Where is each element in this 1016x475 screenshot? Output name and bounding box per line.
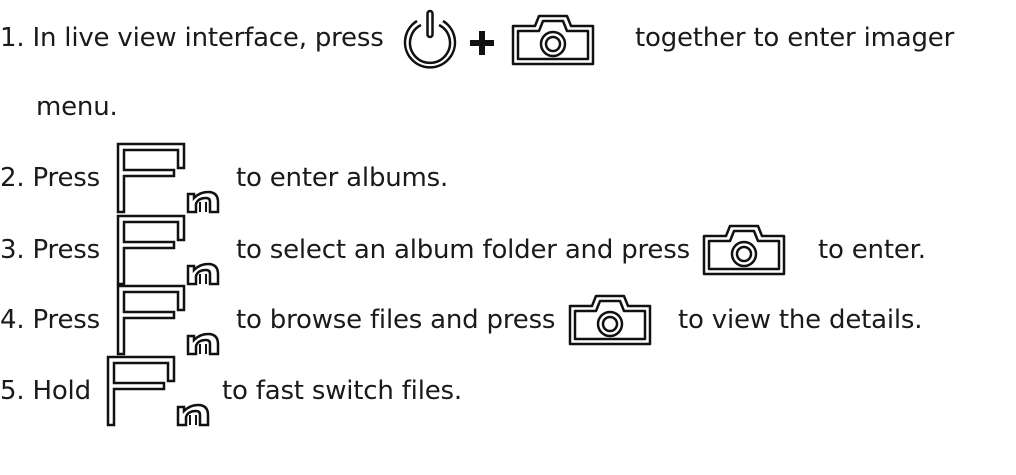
step-5-text-after: to fast switch files. (222, 374, 462, 408)
step-text-before: Hold (32, 376, 92, 406)
step-4-text: 4. Press (0, 303, 100, 337)
step-text-continuation: menu. (36, 92, 118, 122)
step-text-after: together to enter imager (635, 23, 955, 53)
step-text-before: Press (32, 305, 101, 335)
step-2-text-after: to enter albums. (236, 161, 448, 195)
step-1-continuation: menu. (36, 90, 118, 124)
power-icon (403, 9, 457, 69)
step-text-before: In live view interface, press (32, 23, 384, 53)
step-number: 5. (0, 376, 25, 406)
fn-icon (116, 142, 220, 214)
step-2-text: 2. Press (0, 161, 100, 195)
camera-icon (568, 294, 652, 346)
step-text-before: Press (32, 235, 101, 265)
step-text-middle: to browse files and press (236, 305, 556, 335)
step-text-after: to enter albums. (236, 163, 449, 193)
fn-icon (106, 355, 210, 427)
camera-icon (511, 14, 595, 66)
step-1-text-after: together to enter imager (635, 21, 954, 55)
step-text-middle: to select an album folder and press (236, 235, 690, 265)
step-3-text-middle: to select an album folder and press (236, 233, 690, 267)
step-1-text: 1. In live view interface, press (0, 21, 384, 55)
camera-icon (702, 224, 786, 276)
step-number: 4. (0, 305, 25, 335)
step-text-before: Press (32, 163, 101, 193)
step-4-text-middle: to browse files and press (236, 303, 555, 337)
step-text-after: to view the details. (678, 305, 923, 335)
step-4-text-after: to view the details. (678, 303, 923, 337)
fn-icon (116, 284, 220, 356)
step-number: 2. (0, 163, 25, 193)
step-text-after: to fast switch files. (222, 376, 462, 406)
step-3-text-after: to enter. (818, 233, 926, 267)
fn-icon (116, 214, 220, 286)
step-3-text: 3. Press (0, 233, 100, 267)
step-number: 1. (0, 23, 25, 53)
step-text-after: to enter. (818, 235, 926, 265)
step-5-text: 5. Hold (0, 374, 91, 408)
step-number: 3. (0, 235, 25, 265)
plus-icon (470, 31, 494, 55)
